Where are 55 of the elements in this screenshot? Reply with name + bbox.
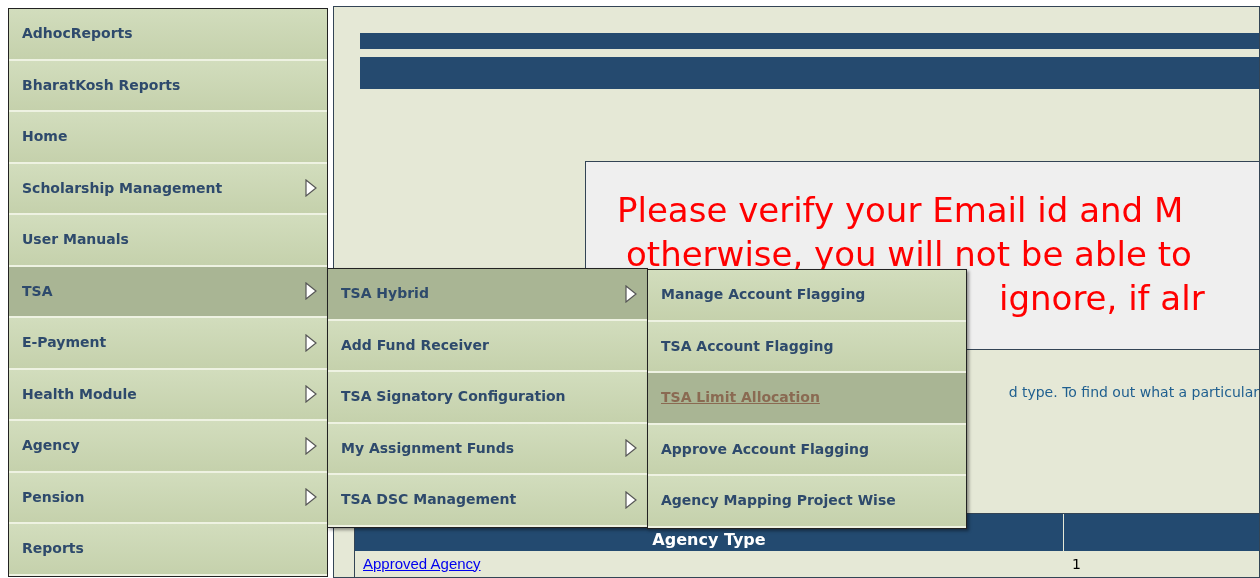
caret-icon (305, 436, 317, 455)
menu-item[interactable]: TSA DSC Management (328, 475, 647, 527)
menu-item[interactable]: Add Fund Receiver (328, 320, 647, 372)
menu-label: Add Fund Receiver (341, 335, 489, 355)
menu-item[interactable]: Health Module (9, 369, 327, 421)
menu-item[interactable]: My Assignment Funds (328, 423, 647, 475)
help-text: d type. To find out what a particular (1008, 383, 1259, 402)
menu-item[interactable]: TSA Account Flagging (648, 321, 966, 373)
menu-label: Reports (22, 539, 84, 559)
caret-icon (305, 282, 317, 301)
menu-label: Home (22, 127, 68, 147)
table-cell-text: 1 (1071, 554, 1081, 574)
menu-label: AdhocReports (22, 24, 133, 44)
menu-label: TSA (22, 281, 53, 301)
menu-item[interactable]: Manage Account Flagging (648, 270, 966, 322)
caret-icon (305, 385, 317, 404)
menu-label: Agency Mapping Project Wise (661, 491, 896, 511)
menu-item[interactable]: AdhocReports (9, 9, 327, 61)
menu-label: TSA DSC Management (341, 490, 517, 510)
notice-text: Please verify your Email id and M (617, 188, 1184, 232)
menu-item[interactable]: TSA (9, 266, 327, 318)
agency-link[interactable]: Approved Agency (355, 552, 1064, 576)
menu-item[interactable]: TSA Hybrid (328, 269, 647, 321)
menu-label: Approve Account Flagging (661, 439, 870, 459)
menu-label: User Manuals (22, 230, 129, 250)
menu-label: Health Module (22, 384, 137, 404)
menu-label: Manage Account Flagging (661, 285, 866, 305)
caret-icon (625, 284, 637, 303)
menu-item[interactable]: BharatKosh Reports (9, 60, 327, 112)
menu-item[interactable]: Approve Account Flagging (648, 424, 966, 476)
menu-item[interactable]: User Manuals (9, 215, 327, 267)
notice-text: ignore, if alr (999, 276, 1205, 320)
menu-item[interactable]: TSA Signatory Configuration (328, 372, 647, 424)
menu-item[interactable]: Reports (9, 524, 327, 576)
menu-label: E-Payment (22, 333, 107, 353)
caret-icon (625, 439, 637, 458)
menu-label: My Assignment Funds (341, 438, 514, 458)
menu-item[interactable]: Pension (9, 472, 327, 524)
menu-item[interactable]: Agency Mapping Project Wise (648, 476, 966, 528)
menu-item[interactable]: Home (9, 112, 327, 164)
menu-label: TSA Limit Allocation (661, 388, 820, 408)
menu-label: TSA Hybrid (341, 284, 429, 304)
menu-label: Pension (22, 487, 85, 507)
menu-item[interactable]: Scholarship Management (9, 163, 327, 215)
caret-icon (305, 488, 317, 507)
menu-label: TSA Account Flagging (661, 336, 834, 356)
caret-icon (305, 179, 317, 198)
caret-icon (625, 490, 637, 509)
caret-icon (305, 333, 317, 352)
menu-label: TSA Signatory Configuration (341, 387, 566, 407)
menu-item[interactable]: Agency (9, 421, 327, 473)
menu-item[interactable]: E-Payment (9, 318, 327, 370)
menu-label: Agency (22, 436, 80, 456)
menu-label: BharatKosh Reports (22, 75, 181, 95)
menu-label: Scholarship Management (22, 178, 223, 198)
